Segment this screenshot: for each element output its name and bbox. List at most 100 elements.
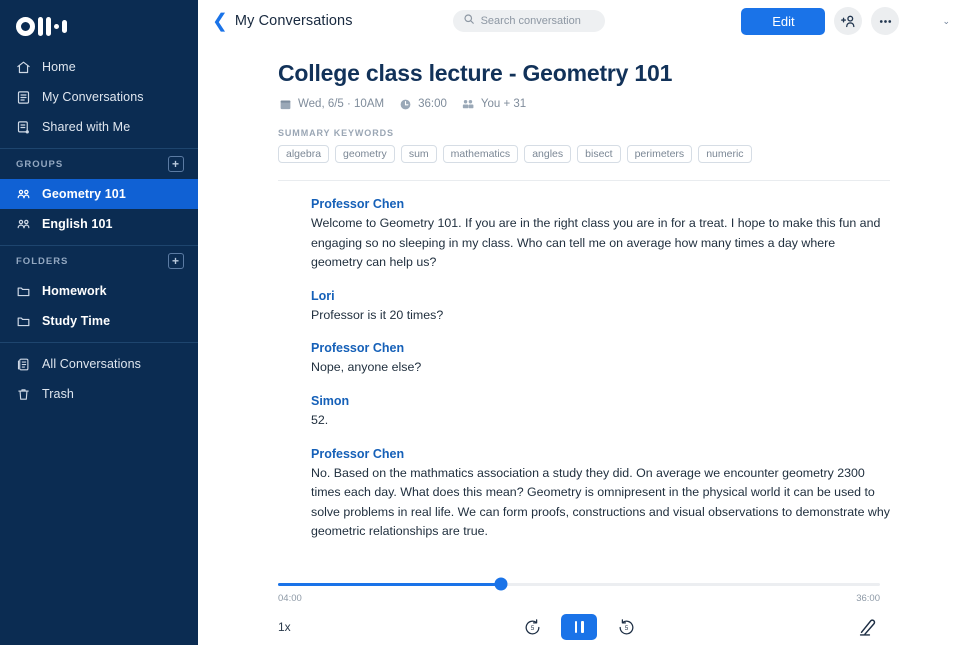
search-icon bbox=[463, 12, 475, 30]
add-person-icon[interactable] bbox=[834, 7, 862, 35]
message-speaker[interactable]: Simon bbox=[311, 394, 890, 408]
sidebar-item-home[interactable]: Home bbox=[0, 52, 198, 82]
sidebar-item-label: Homework bbox=[42, 284, 107, 298]
transcript-message: Lori Professor is it 20 times? bbox=[278, 289, 890, 326]
more-options-icon[interactable] bbox=[871, 7, 899, 35]
message-text[interactable]: No. Based on the mathmatics association … bbox=[311, 464, 890, 542]
folders-label: FOLDERS bbox=[16, 256, 68, 267]
keyword-chip[interactable]: algebra bbox=[278, 145, 329, 163]
otter-logo[interactable] bbox=[0, 0, 198, 52]
meta-participants: You + 31 bbox=[461, 97, 526, 111]
avatar[interactable] bbox=[278, 448, 301, 471]
sidebar-item-label: Home bbox=[42, 60, 76, 74]
keyword-chip[interactable]: bisect bbox=[577, 145, 620, 163]
sidebar-section-folders: FOLDERS + bbox=[0, 246, 198, 276]
playback-speed-button[interactable]: 1x bbox=[278, 620, 291, 634]
sidebar-item-geometry-101[interactable]: Geometry 101 bbox=[0, 179, 198, 209]
avatar[interactable] bbox=[278, 342, 301, 365]
main-panel: ❮ My Conversations Edit bbox=[198, 0, 960, 645]
logo-o-icon bbox=[16, 17, 35, 36]
people-icon bbox=[16, 187, 31, 202]
keyword-chip[interactable]: sum bbox=[401, 145, 437, 163]
sidebar-item-label: English 101 bbox=[42, 217, 113, 231]
avatar[interactable] bbox=[278, 198, 301, 221]
progress-fill bbox=[278, 583, 501, 586]
progress-slider[interactable] bbox=[278, 577, 880, 591]
meta-date: Wed, 6/5 · 10AM bbox=[278, 97, 384, 111]
home-icon bbox=[16, 60, 31, 75]
message-text[interactable]: 52. bbox=[311, 411, 890, 431]
current-time: 04:00 bbox=[278, 593, 302, 604]
sidebar-item-shared-with-me[interactable]: Shared with Me bbox=[0, 112, 198, 142]
sidebar-item-my-conversations[interactable]: My Conversations bbox=[0, 82, 198, 112]
message-speaker[interactable]: Professor Chen bbox=[311, 341, 890, 355]
page-title: College class lecture - Geometry 101 bbox=[278, 60, 890, 87]
conversation-content: College class lecture - Geometry 101 Wed… bbox=[198, 42, 960, 577]
logo-bar-icon bbox=[38, 17, 43, 36]
message-text[interactable]: Professor is it 20 times? bbox=[311, 306, 890, 326]
sidebar-item-label: Shared with Me bbox=[42, 120, 130, 134]
document-icon bbox=[16, 90, 31, 105]
keyword-chip[interactable]: geometry bbox=[335, 145, 395, 163]
sidebar-item-homework[interactable]: Homework bbox=[0, 276, 198, 306]
keyword-chip[interactable]: perimeters bbox=[627, 145, 693, 163]
avatar[interactable] bbox=[278, 395, 301, 418]
chevron-left-icon[interactable]: ❮ bbox=[212, 12, 228, 31]
sidebar-item-study-time[interactable]: Study Time bbox=[0, 306, 198, 336]
message-text[interactable]: Nope, anyone else? bbox=[311, 358, 890, 378]
message-speaker[interactable]: Professor Chen bbox=[311, 447, 890, 461]
message-text[interactable]: Welcome to Geometry 101. If you are in t… bbox=[311, 214, 890, 273]
sidebar-item-trash[interactable]: Trash bbox=[0, 379, 198, 409]
search-input[interactable] bbox=[481, 15, 593, 27]
chevron-down-icon[interactable]: ⌄ bbox=[942, 16, 950, 27]
clock-icon bbox=[398, 97, 412, 111]
calendar-icon bbox=[278, 97, 292, 111]
player-controls: 1x 5 5 bbox=[278, 612, 880, 642]
breadcrumb[interactable]: My Conversations bbox=[235, 13, 353, 29]
people-icon bbox=[16, 217, 31, 232]
message-speaker[interactable]: Professor Chen bbox=[311, 197, 890, 211]
sidebar-item-label: Study Time bbox=[42, 314, 110, 328]
sidebar-item-label: Geometry 101 bbox=[42, 187, 126, 201]
signature-pen-icon[interactable] bbox=[856, 615, 880, 639]
transcript-message: Professor Chen Nope, anyone else? bbox=[278, 341, 890, 378]
pause-button[interactable] bbox=[561, 614, 597, 640]
sidebar-item-all-conversations[interactable]: All Conversations bbox=[0, 349, 198, 379]
pause-bar-icon bbox=[581, 621, 584, 633]
progress-track[interactable] bbox=[278, 583, 880, 586]
participants-icon bbox=[461, 97, 475, 111]
search-conversation-box[interactable] bbox=[453, 10, 605, 32]
sidebar-section-groups: GROUPS + bbox=[0, 149, 198, 179]
logo-bar-icon bbox=[46, 17, 51, 36]
sidebar-item-english-101[interactable]: English 101 bbox=[0, 209, 198, 239]
total-time: 36:00 bbox=[856, 593, 880, 604]
time-labels: 04:00 36:00 bbox=[278, 593, 880, 604]
add-group-button[interactable]: + bbox=[168, 156, 184, 172]
keyword-chip[interactable]: numeric bbox=[698, 145, 751, 163]
documents-stack-icon bbox=[16, 357, 31, 372]
meta-participants-text: You + 31 bbox=[481, 98, 526, 110]
forward-5-icon[interactable]: 5 bbox=[615, 616, 637, 638]
rewind-5-icon[interactable]: 5 bbox=[521, 616, 543, 638]
avatar[interactable] bbox=[278, 290, 301, 313]
trash-icon bbox=[16, 387, 31, 402]
audio-player: 04:00 36:00 1x 5 bbox=[198, 577, 960, 645]
user-avatar[interactable] bbox=[908, 8, 935, 35]
document-shared-icon bbox=[16, 120, 31, 135]
add-folder-button[interactable]: + bbox=[168, 253, 184, 269]
top-bar: ❮ My Conversations Edit bbox=[198, 0, 960, 42]
otter-app-window: Home My Conversations Shared with Me GRO… bbox=[0, 0, 960, 645]
transcript-message: Professor Chen Welcome to Geometry 101. … bbox=[278, 197, 890, 273]
sidebar-item-label: All Conversations bbox=[42, 357, 141, 371]
sidebar-item-label: My Conversations bbox=[42, 90, 144, 104]
conversation-meta: Wed, 6/5 · 10AM 36:00 You + 31 bbox=[278, 97, 890, 111]
edit-button[interactable]: Edit bbox=[741, 8, 825, 35]
message-speaker[interactable]: Lori bbox=[311, 289, 890, 303]
keyword-chip[interactable]: mathematics bbox=[443, 145, 519, 163]
keyword-chip[interactable]: angles bbox=[524, 145, 571, 163]
folder-icon bbox=[16, 314, 31, 329]
section-divider bbox=[278, 180, 890, 181]
progress-knob[interactable] bbox=[494, 578, 507, 591]
sidebar-divider bbox=[0, 342, 198, 343]
svg-text:5: 5 bbox=[624, 625, 628, 632]
